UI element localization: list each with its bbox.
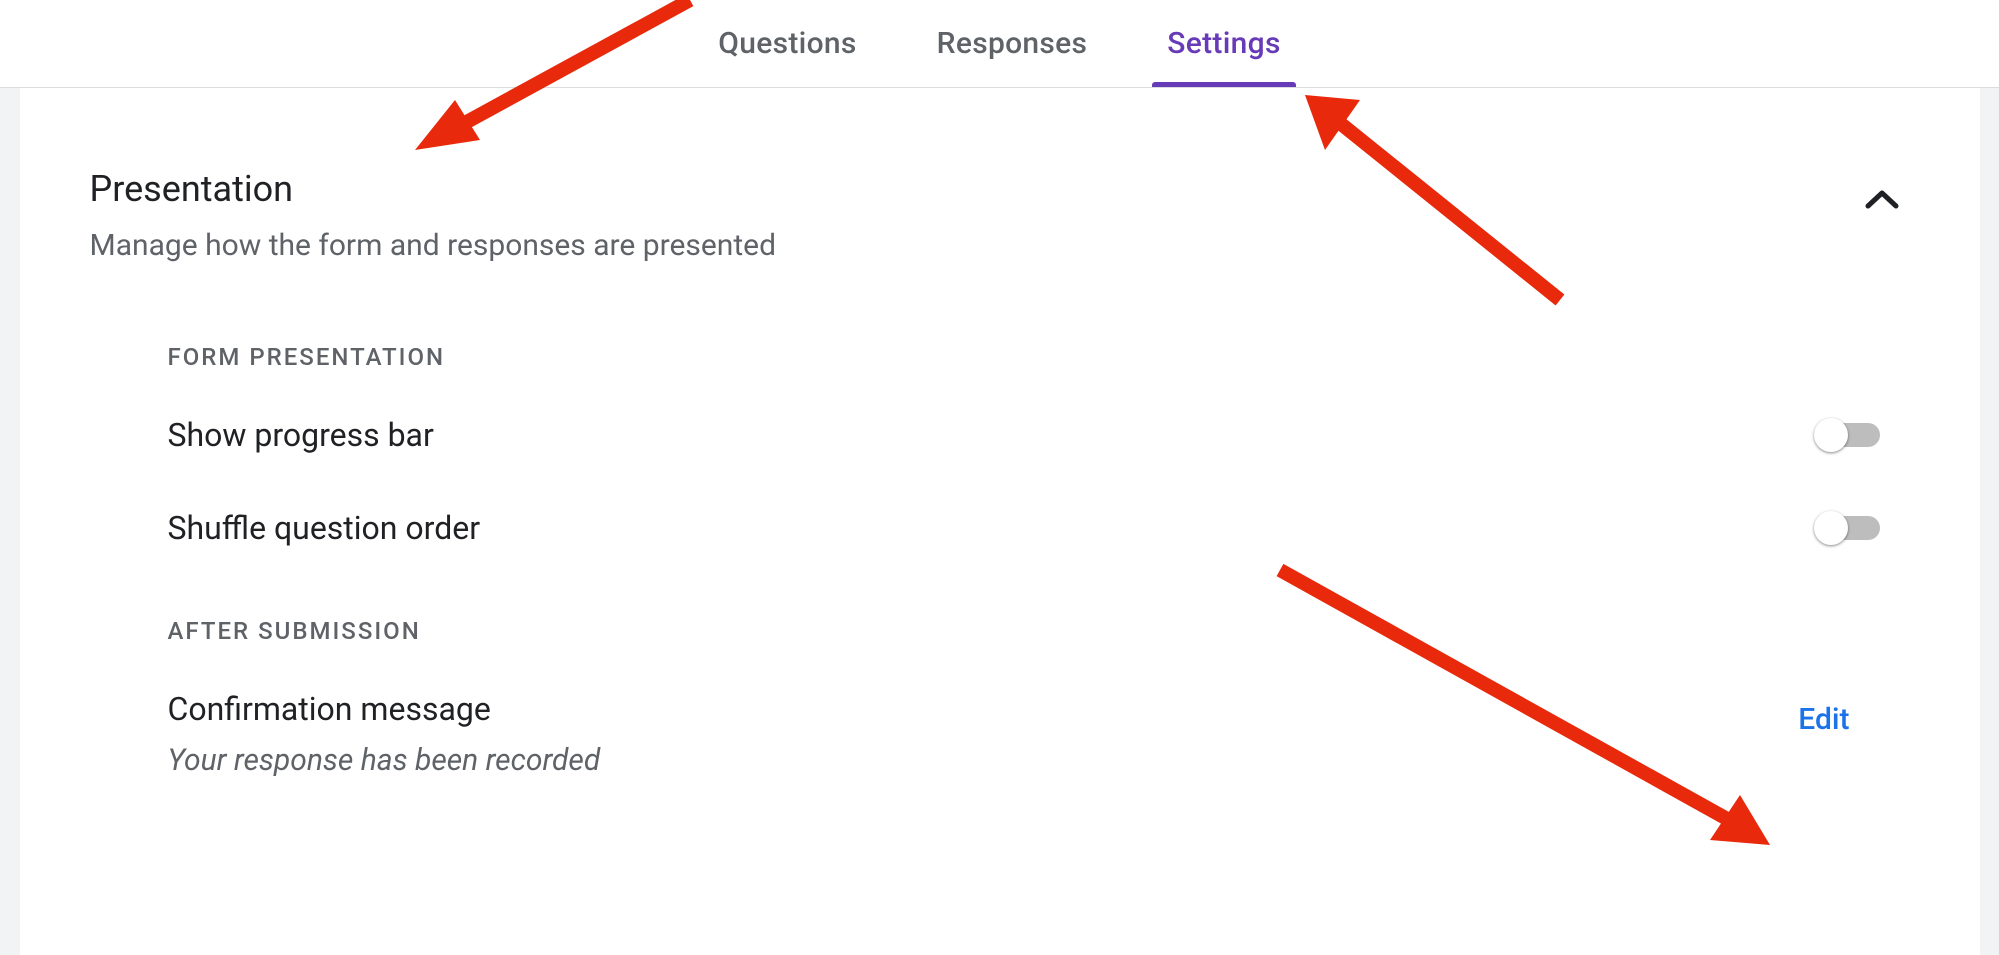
content-wrapper: Presentation Manage how the form and res…	[0, 88, 1999, 955]
form-presentation-label: FORM PRESENTATION	[168, 343, 1910, 371]
edit-button[interactable]: Edit	[1798, 702, 1849, 737]
tab-settings[interactable]: Settings	[1152, 1, 1295, 86]
presentation-section-header: Presentation Manage how the form and res…	[90, 168, 1910, 263]
after-submission-subsection: AFTER SUBMISSION Confirmation message Yo…	[168, 617, 1910, 778]
toggle-knob	[1814, 511, 1848, 545]
show-progress-bar-toggle[interactable]	[1816, 423, 1880, 447]
after-submission-label: AFTER SUBMISSION	[168, 617, 1910, 645]
presentation-subtitle: Manage how the form and responses are pr…	[90, 228, 1864, 263]
toggle-knob	[1814, 418, 1848, 452]
tab-responses[interactable]: Responses	[922, 1, 1103, 86]
confirmation-message-value: Your response has been recorded	[168, 743, 601, 778]
show-progress-bar-label: Show progress bar	[168, 416, 434, 454]
tabs-bar: Questions Responses Settings	[0, 0, 1999, 88]
settings-card: Presentation Manage how the form and res…	[20, 88, 1980, 955]
presentation-title-block: Presentation Manage how the form and res…	[90, 168, 1864, 263]
confirmation-text-block: Confirmation message Your response has b…	[168, 690, 601, 778]
confirmation-message-title: Confirmation message	[168, 690, 601, 728]
confirmation-message-row: Confirmation message Your response has b…	[168, 690, 1910, 778]
shuffle-question-order-row: Shuffle question order	[168, 509, 1910, 547]
show-progress-bar-row: Show progress bar	[168, 416, 1910, 454]
chevron-up-icon[interactable]	[1864, 188, 1900, 214]
presentation-title: Presentation	[90, 168, 1864, 210]
shuffle-question-order-toggle[interactable]	[1816, 516, 1880, 540]
shuffle-question-order-label: Shuffle question order	[168, 509, 481, 547]
tab-questions[interactable]: Questions	[703, 1, 871, 86]
form-presentation-subsection: FORM PRESENTATION Show progress bar Shuf…	[168, 343, 1910, 547]
